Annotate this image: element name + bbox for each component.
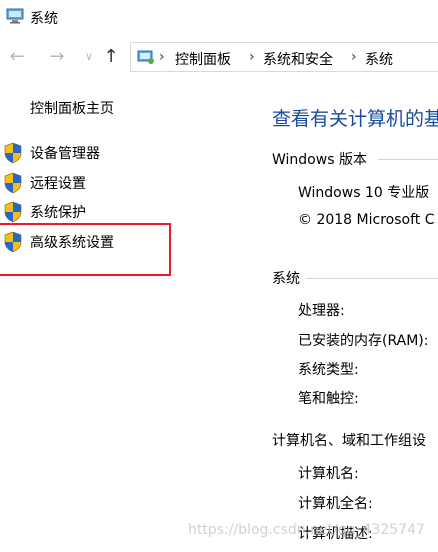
control-panel-home-link[interactable]: 控制面板主页 — [30, 98, 114, 118]
title-bar: 系统 — [0, 0, 438, 34]
section-header-computer-name: 计算机名、域和工作组设 — [272, 433, 426, 449]
computer-name-label: 计算机名: — [298, 466, 359, 482]
uac-shield-icon — [4, 201, 22, 223]
up-arrow-icon[interactable]: ↑ — [100, 46, 122, 68]
windows-edition-value: Windows 10 专业版 — [298, 185, 430, 201]
breadcrumb-control-panel[interactable]: 控制面板 — [175, 49, 231, 69]
sidebar-item-label: 远程设置 — [30, 176, 86, 192]
breadcrumb-system[interactable]: 系统 — [365, 49, 393, 69]
system-type-label: 系统类型: — [298, 362, 359, 378]
processor-label: 处理器: — [298, 303, 345, 319]
full-computer-name-label: 计算机全名: — [298, 496, 373, 512]
installed-ram-label: 已安装的内存(RAM): — [298, 333, 429, 349]
page-title: 查看有关计算机的基 — [272, 108, 438, 130]
section-divider — [378, 159, 438, 160]
sidebar-item-label: 系统保护 — [30, 205, 86, 221]
system-computer-icon — [6, 8, 24, 24]
pen-touch-label: 笔和触控: — [298, 391, 359, 407]
section-header-windows-edition: Windows 版本 — [272, 152, 367, 168]
breadcrumb-separator: › — [249, 49, 255, 65]
uac-shield-icon — [4, 172, 22, 194]
section-divider — [306, 278, 438, 279]
uac-shield-icon — [4, 142, 22, 164]
breadcrumb-system-security[interactable]: 系统和安全 — [263, 49, 333, 69]
address-bar[interactable]: › 控制面板 › 系统和安全 › 系统 — [130, 42, 438, 72]
watermark: https://blog.csdn.net/qq_4325747 — [188, 522, 425, 538]
sidebar-item-system-protection[interactable]: 系统保护 — [0, 199, 168, 225]
section-header-system: 系统 — [272, 271, 300, 287]
breadcrumb-separator: › — [159, 49, 165, 65]
sidebar-item-device-manager[interactable]: 设备管理器 — [0, 140, 168, 166]
chevron-down-icon[interactable]: ∨ — [78, 46, 100, 68]
sidebar-item-label: 设备管理器 — [30, 146, 100, 162]
control-panel-icon — [137, 50, 154, 64]
forward-arrow-icon[interactable]: → — [46, 46, 68, 68]
navigation-bar: ← → ∨ ↑ › 控制面板 › 系统和安全 › 系统 — [0, 38, 438, 76]
highlight-annotation-box — [0, 223, 171, 276]
back-arrow-icon[interactable]: ← — [6, 46, 28, 68]
breadcrumb-separator: › — [351, 49, 357, 65]
copyright-value: © 2018 Microsoft C — [298, 212, 435, 228]
sidebar-item-remote-settings[interactable]: 远程设置 — [0, 170, 168, 196]
window-title: 系统 — [30, 11, 58, 27]
